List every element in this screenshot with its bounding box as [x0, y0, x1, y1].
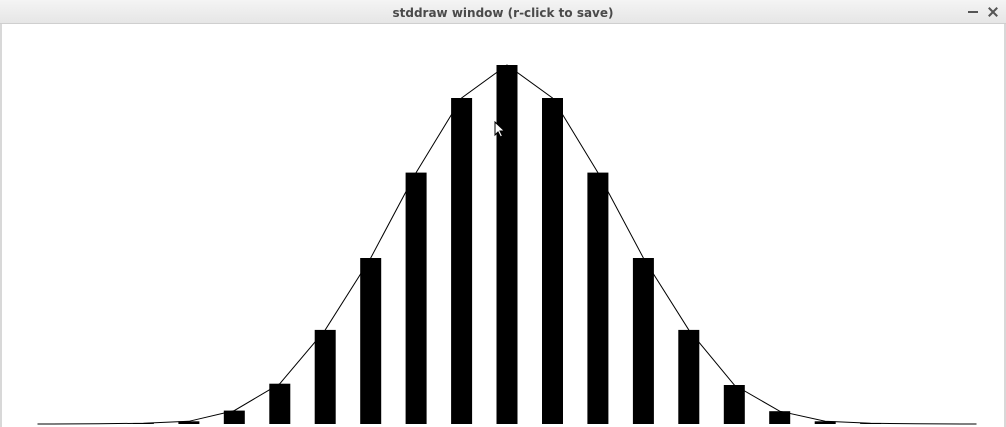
title-bar[interactable]: stddraw window (r-click to save) — [0, 0, 1006, 24]
histogram-bar-5 — [269, 383, 291, 424]
window-title: stddraw window (r-click to save) — [392, 6, 614, 20]
drawing-canvas[interactable] — [0, 24, 1006, 427]
binomial-histogram-chart — [37, 64, 977, 425]
histogram-bar-12 — [587, 172, 609, 424]
histogram-bar-13 — [632, 258, 654, 424]
window-controls — [966, 0, 1000, 24]
mouse-pointer-icon — [494, 121, 506, 138]
histogram-bar-10 — [496, 65, 518, 424]
histogram-bar-11 — [542, 98, 563, 424]
histogram-bar-6 — [314, 329, 336, 424]
histogram-bar-14 — [678, 329, 700, 424]
stddraw-window: stddraw window (r-click to save) — [0, 0, 1006, 427]
close-button[interactable] — [986, 5, 1000, 19]
histogram-bar-8 — [405, 172, 427, 424]
histogram-bar-15 — [723, 385, 745, 424]
minimize-icon — [968, 11, 978, 13]
histogram-bar-9 — [451, 98, 473, 424]
histogram-bar-7 — [360, 258, 382, 424]
minimize-button[interactable] — [966, 5, 980, 19]
